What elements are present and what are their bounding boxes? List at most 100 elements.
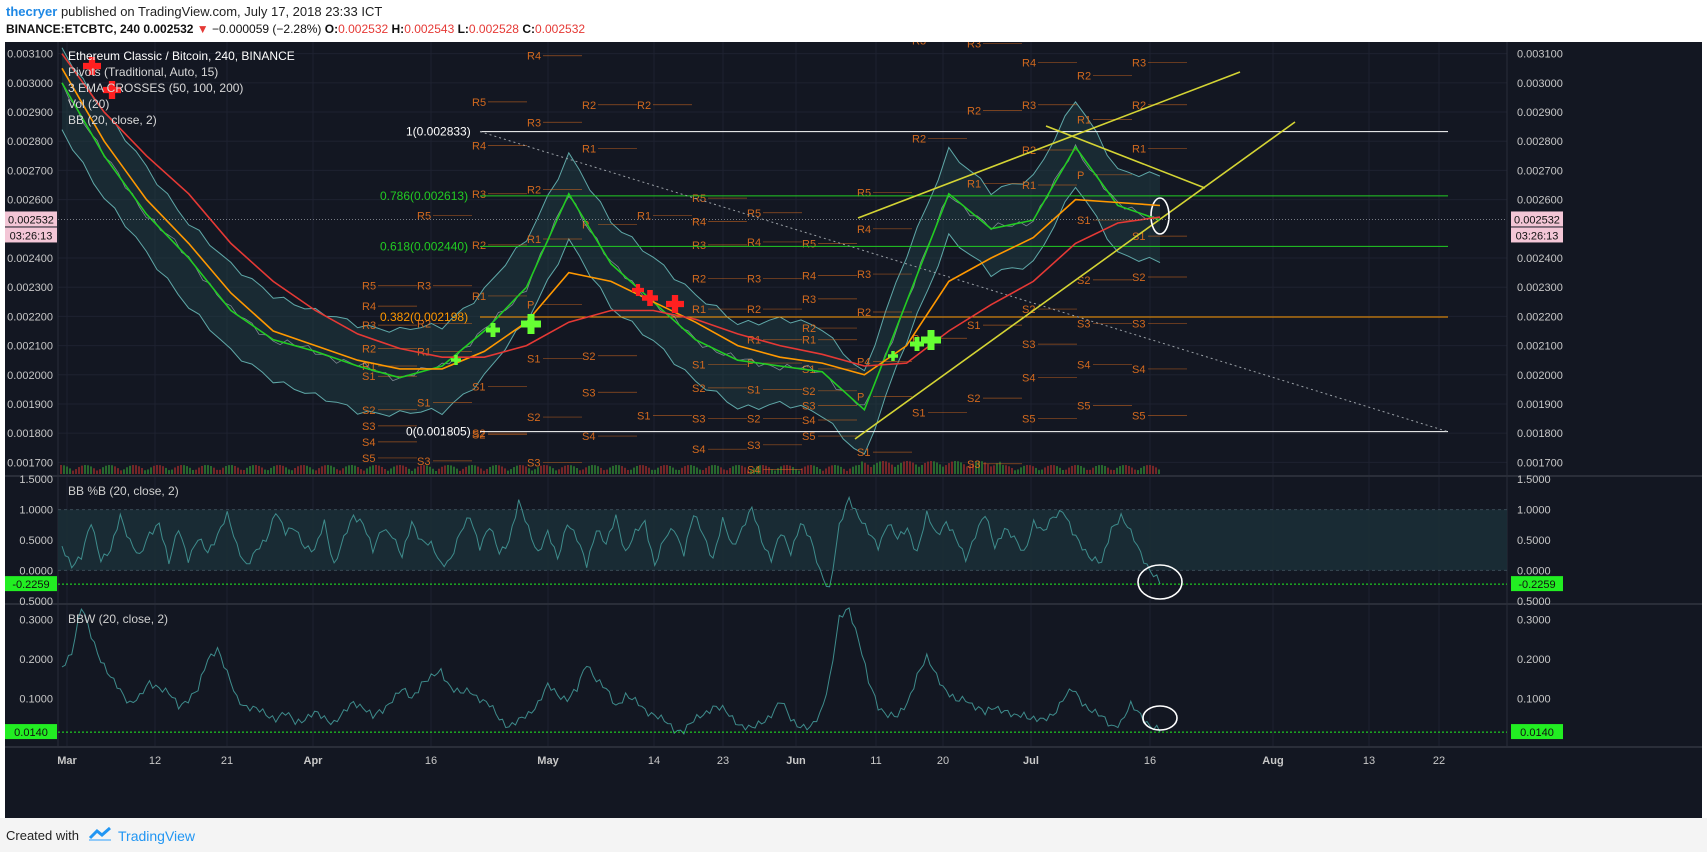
pivot-label: R1 xyxy=(967,179,981,191)
volume-bar xyxy=(867,464,869,474)
bbw-title: BBW (20, close, 2) xyxy=(68,612,168,626)
volume-bar xyxy=(636,465,638,474)
percent-b-tick-right: 0.5000 xyxy=(1517,535,1551,547)
tradingview-brand-link[interactable]: TradingView xyxy=(118,828,195,844)
symbol-label: BINANCE:ETCBTC, 240 xyxy=(6,22,141,36)
pivot-label: R5 xyxy=(472,97,486,109)
chart-canvas[interactable]: R4R5R3R4R2 R2R1R3 R2R5R2 R1PR5R1 R4R5R3 R4 R5R… xyxy=(0,42,1707,818)
volume-bar xyxy=(861,461,863,474)
volume-bar xyxy=(453,466,455,474)
volume-bar xyxy=(519,465,521,474)
pivot-label: S4 xyxy=(1022,373,1035,385)
volume-bar xyxy=(180,465,182,474)
volume-bar xyxy=(1155,467,1157,474)
volume-bar xyxy=(609,467,611,474)
volume-bar xyxy=(1020,467,1022,474)
volume-bar xyxy=(387,470,389,474)
price-tick-left: 0.003000 xyxy=(7,78,53,90)
volume-bar xyxy=(1137,470,1139,474)
volume-bar xyxy=(393,466,395,474)
price-tick-right: 0.002800 xyxy=(1517,136,1563,148)
volume-bar xyxy=(495,465,497,474)
time-tick: May xyxy=(537,755,559,767)
volume-bar xyxy=(297,466,299,474)
volume-bar xyxy=(642,465,644,474)
pivot-label: S1 xyxy=(527,354,540,366)
volume-bar xyxy=(450,465,452,474)
volume-bar xyxy=(987,464,989,474)
volume-bar xyxy=(174,467,176,474)
volume-bar xyxy=(726,470,728,474)
volume-bar xyxy=(213,467,215,474)
volume-bar xyxy=(219,469,221,474)
percent-b-tick-left: 0.0000 xyxy=(19,565,53,577)
volume-bar xyxy=(510,469,512,474)
volume-bar xyxy=(963,464,965,474)
volume-bar xyxy=(327,465,329,474)
volume-bar xyxy=(153,465,155,474)
volume-bar xyxy=(798,470,800,474)
volume-bar xyxy=(588,465,590,474)
volume-bar xyxy=(918,466,920,474)
volume-bar xyxy=(639,465,641,474)
created-with-label: Created with xyxy=(6,828,79,843)
legend-indicator: Pivots (Traditional, Auto, 15) xyxy=(68,65,218,79)
volume-bar xyxy=(1014,470,1016,474)
volume-bar xyxy=(1044,467,1046,474)
pivot-label: R1 xyxy=(527,234,541,246)
volume-bar xyxy=(1149,465,1151,474)
price-tick-right: 0.002300 xyxy=(1517,282,1563,294)
volume-bar xyxy=(321,466,323,474)
volume-bar xyxy=(1095,466,1097,474)
pivot-label: R2 xyxy=(747,304,761,316)
pivot-label: S3 xyxy=(692,414,705,426)
pivot-label: S4 xyxy=(1077,360,1090,372)
price-tick-left: 0.002400 xyxy=(7,253,53,265)
price-tick-left: 0.002100 xyxy=(7,341,53,353)
volume-bar xyxy=(444,465,446,474)
volume-bar xyxy=(732,466,734,474)
volume-bar xyxy=(111,465,113,474)
volume-bar xyxy=(960,462,962,474)
fib-level-label: 0.382(0.002198) xyxy=(380,310,468,324)
volume-bar xyxy=(801,468,803,474)
volume-bar xyxy=(483,470,485,474)
volume-bar xyxy=(138,466,140,474)
volume-bar xyxy=(567,465,569,474)
high-value: 0.002543 xyxy=(404,22,455,36)
last-price: 0.002532 xyxy=(143,22,194,36)
down-arrow-icon: ▼ xyxy=(196,22,209,36)
volume-bar xyxy=(159,465,161,474)
legend-indicator: 3 EMA CROSSES (50, 100, 200) xyxy=(68,81,243,95)
volume-bar xyxy=(627,469,629,474)
price-change: −0.000059 (−2.28%) xyxy=(212,22,322,36)
username-link[interactable]: thecryer xyxy=(6,4,57,19)
pivot-label: R2 xyxy=(582,100,596,112)
volume-bar xyxy=(582,469,584,474)
volume-bar xyxy=(714,465,716,474)
volume-bar xyxy=(246,467,248,474)
volume-bar xyxy=(456,468,458,474)
volume-bar xyxy=(90,466,92,474)
pivot-label: S1 xyxy=(747,384,760,396)
pivot-label: R4 xyxy=(802,271,816,283)
price-tick-left: 0.002800 xyxy=(7,136,53,148)
price-tick-right: 0.001700 xyxy=(1517,457,1563,469)
percent-b-tick-left: 0.5000 xyxy=(19,535,53,547)
volume-bar xyxy=(279,465,281,474)
volume-bar xyxy=(1104,465,1106,474)
volume-bar xyxy=(681,467,683,474)
volume-bar xyxy=(837,465,839,474)
volume-bar xyxy=(225,466,227,474)
tradingview-logo-icon xyxy=(88,826,111,841)
bbw-tick-left: 0.1000 xyxy=(19,693,53,705)
volume-bar xyxy=(513,467,515,474)
volume-bar xyxy=(438,468,440,474)
percent-b-tick-left: 1.0000 xyxy=(19,505,53,517)
volume-bar xyxy=(186,466,188,474)
volume-bar xyxy=(243,469,245,474)
volume-bar xyxy=(1026,465,1028,474)
volume-bar xyxy=(1089,469,1091,474)
volume-bar xyxy=(498,465,500,474)
volume-bar xyxy=(324,465,326,474)
